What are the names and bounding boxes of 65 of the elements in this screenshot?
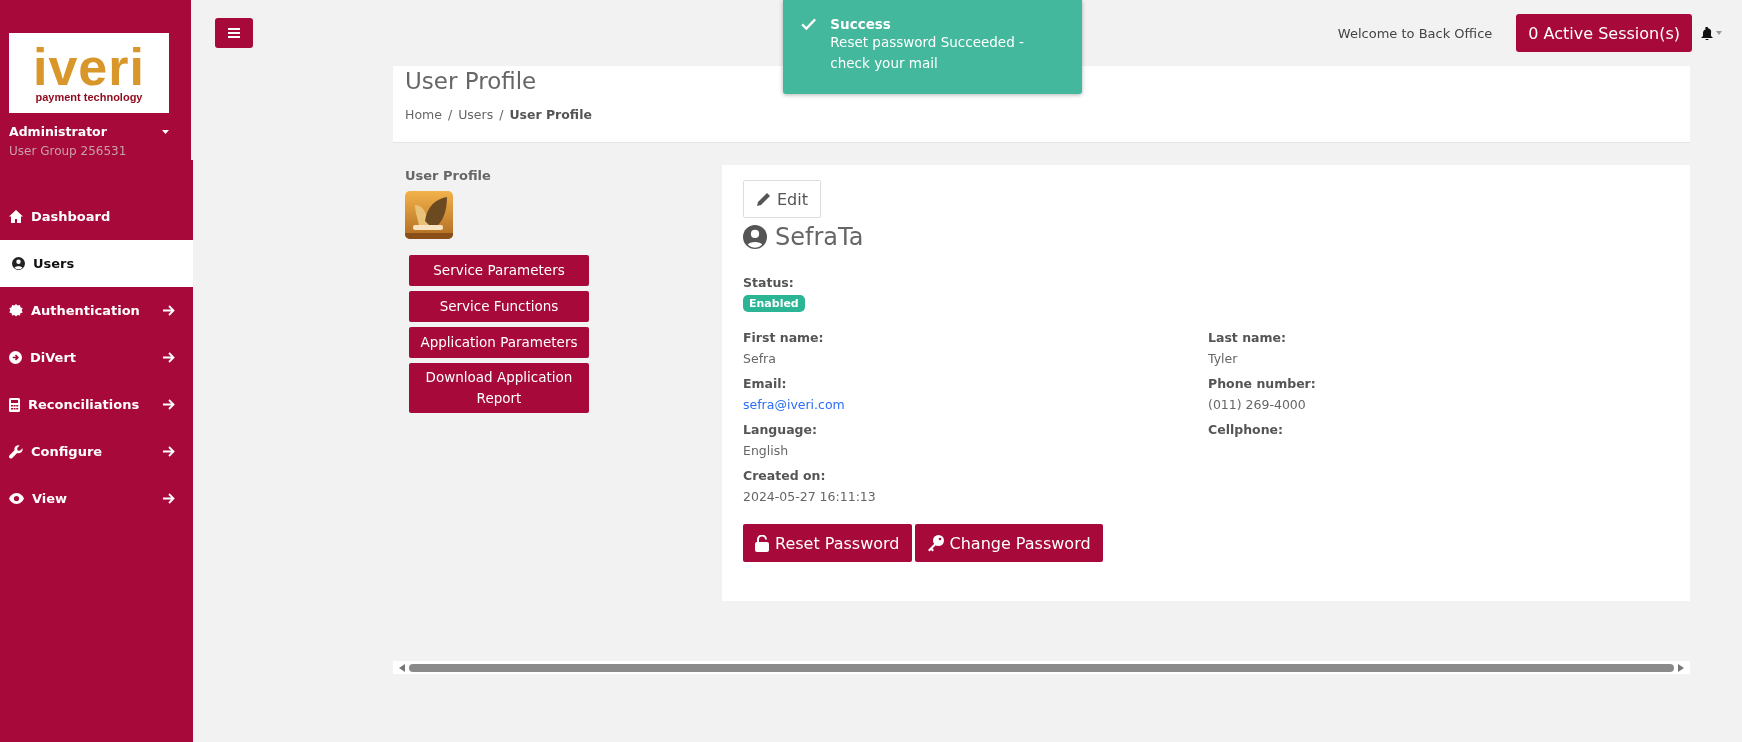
welcome-text: Welcome to Back Office <box>1337 25 1493 41</box>
status-badge: Enabled <box>743 295 805 312</box>
field-label: Email: <box>743 376 788 391</box>
field-value: 2024-05-27 16:11:13 <box>743 489 877 504</box>
check-icon <box>801 16 817 32</box>
field-label: Status: <box>743 275 795 290</box>
breadcrumb-separator: / <box>447 107 453 122</box>
eye-icon <box>9 493 24 504</box>
field-value: English <box>743 443 790 458</box>
sidebar-item[interactable]: Authentication <box>0 287 193 334</box>
breadcrumb-item[interactable]: Users <box>458 107 494 122</box>
bell-icon <box>1701 26 1713 40</box>
breadcrumb-item[interactable]: Home <box>405 107 442 122</box>
field-label: Created on: <box>743 468 827 483</box>
sidebar-item[interactable]: View <box>0 475 193 522</box>
field-label: Language: <box>743 422 818 437</box>
scroll-left-icon[interactable] <box>399 663 405 672</box>
field-value: Tyler <box>1208 351 1239 366</box>
horizontal-scrollbar[interactable] <box>393 661 1690 674</box>
caret-icon <box>1716 31 1722 35</box>
key-icon <box>926 534 944 552</box>
active-sessions-button[interactable]: 0 Active Session(s) <box>1516 14 1692 52</box>
caret-icon[interactable] <box>162 130 169 134</box>
toast-title: Success <box>830 16 892 32</box>
user-group: User Group 256531 <box>9 144 127 158</box>
sidebar-item[interactable]: Configure <box>0 428 193 475</box>
scroll-right-icon[interactable] <box>1678 663 1684 672</box>
unlock-icon <box>755 534 769 552</box>
toast-message: Reset password Succeeded - check your mail <box>830 33 1025 73</box>
calculator-icon <box>9 397 20 412</box>
badge-icon <box>9 303 23 318</box>
field-label: Cellphone: <box>1208 422 1285 437</box>
change-password-button[interactable]: Change Password <box>914 524 1103 562</box>
field-label: Phone number: <box>1208 376 1317 391</box>
user-name: Administrator <box>9 124 108 139</box>
user-icon <box>12 257 25 270</box>
pencil-icon <box>756 191 771 207</box>
user-icon <box>743 225 767 249</box>
action-button[interactable]: Download Application Report <box>409 363 589 413</box>
edit-button[interactable]: Edit <box>743 180 821 218</box>
username-heading: SefraTa <box>775 223 864 251</box>
reset-password-button[interactable]: Reset Password <box>743 524 912 562</box>
arrow-circle-icon <box>9 351 22 364</box>
field-label: First name: <box>743 330 825 345</box>
menu-button[interactable] <box>215 18 253 48</box>
wrench-icon <box>9 444 23 459</box>
action-button[interactable]: Application Parameters <box>409 327 589 358</box>
home-icon <box>9 210 23 223</box>
email-link[interactable]: sefra@iveri.com <box>743 397 845 412</box>
menu-icon <box>228 28 240 38</box>
breadcrumb-separator: / <box>499 107 504 122</box>
field-value: (011) 269-4000 <box>1208 397 1307 412</box>
sidebar-item[interactable]: Reconciliations <box>0 381 193 428</box>
notifications-menu[interactable] <box>1701 26 1722 40</box>
field-value: Sefra <box>743 351 777 366</box>
breadcrumb-item: User Profile <box>509 107 592 122</box>
section-title: User Profile <box>405 168 492 183</box>
sidebar-item[interactable]: Dashboard <box>0 193 193 240</box>
action-button[interactable]: Service Parameters <box>409 255 589 286</box>
page-title: User Profile <box>405 68 538 94</box>
sidebar-item[interactable]: DiVert <box>0 334 193 381</box>
sidebar-item[interactable]: Users <box>0 240 193 287</box>
logo: iveri payment technology <box>9 33 169 113</box>
action-button[interactable]: Service Functions <box>409 291 589 322</box>
field-label: Last name: <box>1208 330 1287 345</box>
